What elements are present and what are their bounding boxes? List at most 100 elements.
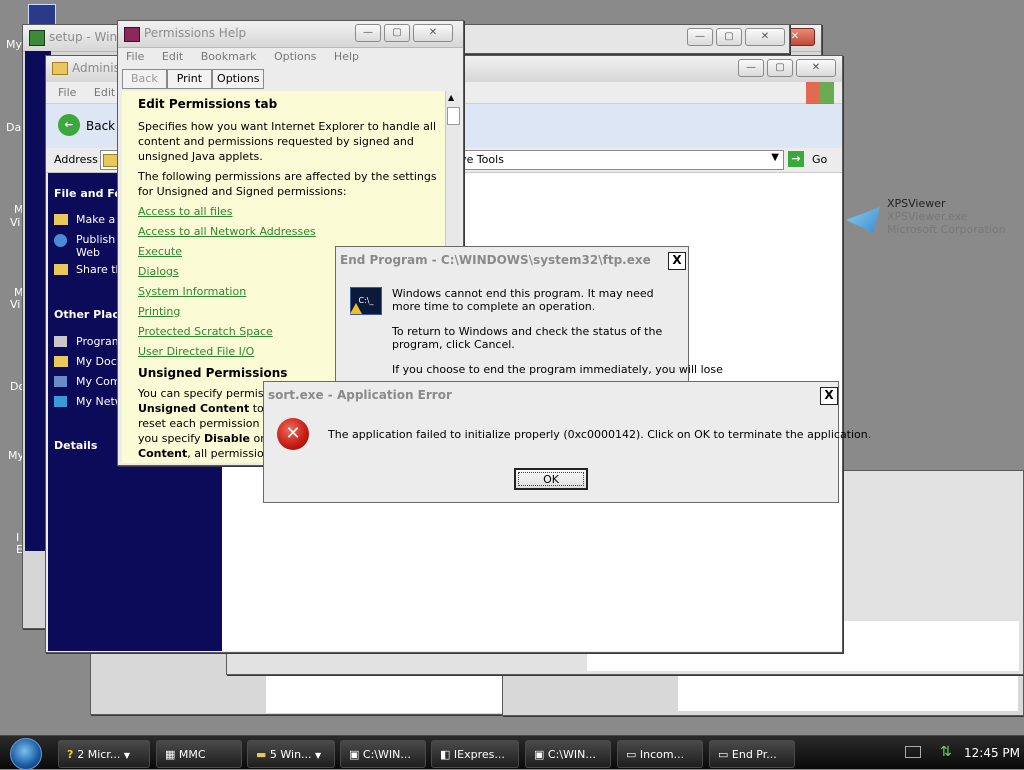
file-item-xpsviewer[interactable]: XPSViewer XPSViewer.exe Microsoft Corpor… — [846, 197, 1016, 247]
sidebar-item-label: Make a — [76, 213, 116, 226]
help-text: you specify — [138, 432, 201, 445]
setup-window-title: setup - Wind — [49, 30, 125, 44]
end-program-title: End Program - C:\WINDOWS\system32\ftp.ex… — [340, 253, 651, 267]
minimize-button[interactable]: — — [355, 24, 381, 42]
desktop-icon-label[interactable]: My — [6, 38, 22, 51]
back-label: Back — [86, 119, 116, 133]
options-button[interactable]: Options — [212, 69, 265, 89]
close-icon[interactable]: X — [668, 252, 686, 270]
taskbar-label: C:\WIN... — [547, 748, 596, 761]
back-button[interactable]: Back — [122, 69, 167, 89]
menu-edit[interactable]: Edit — [94, 86, 115, 99]
end-program-dialog[interactable]: End Program - C:\WINDOWS\system32\ftp.ex… — [335, 246, 723, 396]
taskbar-button-micr[interactable]: ? 2 Micr... ▼ — [58, 740, 150, 768]
address-value: ive Tools — [457, 153, 504, 166]
app-error-dialog[interactable]: sort.exe - Application Error X ✕ The app… — [263, 381, 871, 503]
desktop-icon-label[interactable]: Da — [6, 121, 21, 134]
close-button[interactable]: ✕ — [745, 28, 785, 46]
taskbar-button-iexpress[interactable]: ◧ IExpres... — [431, 740, 519, 768]
background-window-content — [678, 669, 1018, 711]
console-icon: ▣ — [534, 748, 548, 761]
taskbar-button-mmc[interactable]: ▦ MMC — [156, 740, 242, 768]
back-arrow-icon: ← — [58, 114, 80, 136]
end-program-titlebar[interactable]: End Program - C:\WINDOWS\system32\ftp.ex… — [336, 247, 688, 271]
ok-button[interactable]: OK — [514, 468, 588, 490]
taskbar-label: IExpres... — [453, 748, 505, 761]
start-button[interactable] — [10, 738, 42, 770]
xpsviewer-icon — [846, 207, 880, 233]
windows-logo-icon — [806, 82, 834, 104]
menu-options[interactable]: Options — [274, 50, 316, 63]
help-bold: Unsigned Content — [138, 402, 250, 415]
help-heading: Edit Permissions tab — [138, 97, 278, 111]
taskbar-button-endprogram[interactable]: ▭ End Pr... — [709, 740, 795, 768]
menu-help[interactable]: Help — [334, 50, 359, 63]
end-program-text: Windows cannot end this program. It may … — [392, 287, 723, 376]
help-menubar: File Edit Bookmark Options Help — [118, 47, 463, 67]
desktop-icon-label[interactable]: Vi — [10, 298, 20, 311]
back-button[interactable]: ← Back — [58, 114, 118, 138]
taskbar: ? 2 Micr... ▼ ▦ MMC ▬ 5 Win... ▼ ▣ C:\WI… — [0, 735, 1024, 770]
keyboard-icon[interactable] — [905, 746, 921, 758]
menu-file[interactable]: File — [126, 50, 144, 63]
close-button[interactable]: ✕ — [796, 59, 836, 77]
menu-bookmark[interactable]: Bookmark — [201, 50, 257, 63]
globe-icon — [54, 234, 67, 247]
scroll-thumb[interactable] — [447, 107, 460, 125]
chevron-down-icon: ▼ — [123, 751, 130, 760]
share-folder-icon — [54, 264, 68, 275]
chevron-down-icon: ▼ — [315, 751, 322, 760]
maximize-button[interactable]: ▢ — [767, 59, 793, 77]
taskbar-label: 2 Micr... — [77, 748, 121, 761]
help-bold: Disable — [203, 432, 250, 445]
minimize-button[interactable]: — — [738, 59, 764, 77]
sidebar-item-label: Publish Web — [76, 233, 116, 259]
end-program-message: If you choose to end the program immedia… — [392, 363, 723, 376]
sidebar-item-label: Program — [76, 335, 123, 348]
taskbar-button-win[interactable]: ▬ 5 Win... ▼ — [247, 740, 335, 768]
clock[interactable]: 12:45 PM — [964, 746, 1020, 760]
end-program-message: To return to Windows and check the statu… — [392, 325, 663, 351]
menu-file[interactable]: File — [58, 86, 76, 99]
close-button[interactable]: ✕ — [413, 24, 453, 42]
taskbar-button-cmd1[interactable]: ▣ C:\WIN... — [340, 740, 426, 768]
go-arrow-icon: → — [788, 151, 804, 167]
taskbar-label: C:\WIN... — [362, 748, 411, 761]
sidebar-item-label: My Com — [76, 375, 121, 388]
window-icon: ▭ — [626, 748, 640, 761]
link-access-network[interactable]: Access to all Network Addresses — [138, 225, 438, 238]
file-name: XPSViewer — [887, 197, 946, 210]
go-label: Go — [812, 153, 828, 166]
taskbar-label: Incom... — [639, 748, 685, 761]
link-access-all-files[interactable]: Access to all files — [138, 205, 438, 218]
print-button[interactable]: Print — [166, 69, 213, 89]
window-icon: ▭ — [718, 748, 732, 761]
app-error-message: The application failed to initialize pro… — [328, 428, 872, 441]
address-label: Address — [54, 153, 98, 166]
maximize-button[interactable]: ▢ — [384, 24, 410, 42]
mmc-icon: ▦ — [165, 748, 179, 761]
minimize-button[interactable]: — — [687, 28, 713, 46]
help-titlebar[interactable]: Permissions Help — ▢ ✕ — [118, 21, 463, 48]
folder-icon: ▬ — [256, 748, 270, 761]
network-tray-icon[interactable]: ⇅ — [940, 744, 952, 760]
close-icon[interactable]: X — [820, 387, 838, 405]
file-filename: XPSViewer.exe — [887, 210, 968, 223]
taskbar-button-incoming[interactable]: ▭ Incom... — [617, 740, 703, 768]
desktop-icon-label[interactable]: Vi — [10, 216, 20, 229]
app-error-title: sort.exe - Application Error — [268, 388, 452, 402]
folder-icon — [54, 214, 68, 225]
maximize-button[interactable]: ▢ — [716, 28, 742, 46]
app-error-titlebar[interactable]: sort.exe - Application Error X — [264, 382, 838, 406]
scroll-up-icon[interactable]: ▲ — [448, 93, 454, 102]
chevron-down-icon[interactable]: ▼ — [771, 152, 779, 163]
iexpress-icon: ◧ — [440, 748, 454, 761]
sidebar-item-label: Share th — [76, 263, 123, 276]
file-company: Microsoft Corporation — [887, 223, 1006, 236]
setup-window-icon — [29, 30, 45, 46]
taskbar-button-cmd2[interactable]: ▣ C:\WIN... — [525, 740, 611, 768]
warning-icon — [350, 303, 362, 314]
menu-edit[interactable]: Edit — [162, 50, 183, 63]
help-toolbar: Back Print Options — [122, 69, 265, 89]
go-button[interactable]: → Go — [788, 151, 838, 169]
